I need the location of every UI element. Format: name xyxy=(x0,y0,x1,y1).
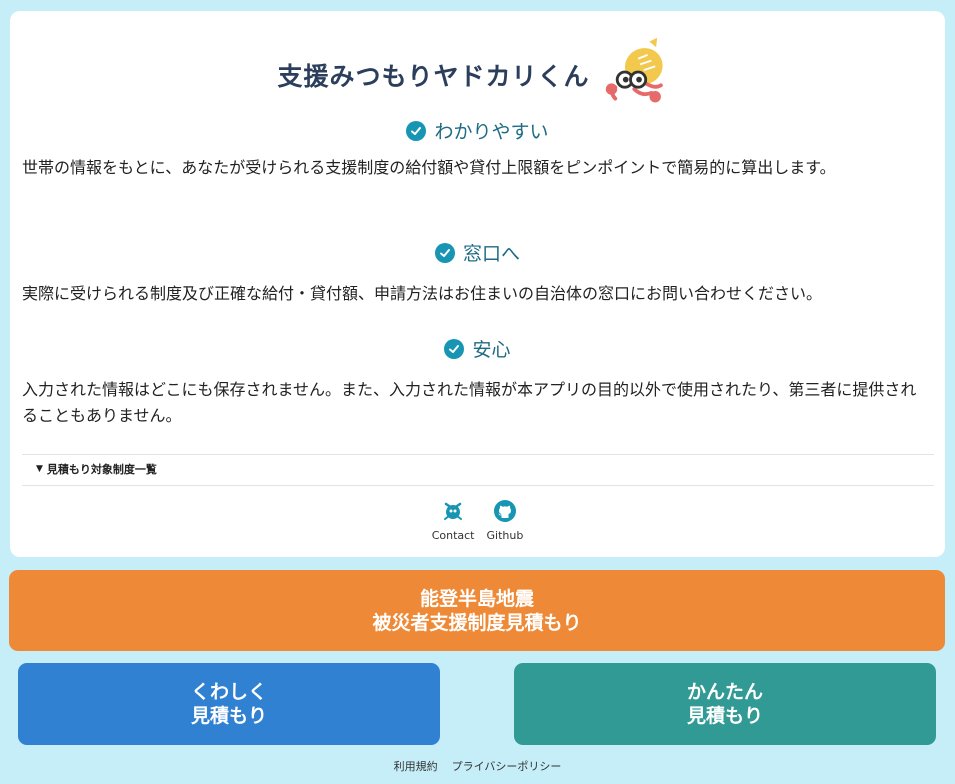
accordion-label: 見積もり対象制度一覧 xyxy=(46,463,157,476)
main-card: 支援みつもりヤドカリくん わかりやすい 世帯の情報をもとに、あなたが受けられる支… xyxy=(10,11,945,557)
detailed-estimate-button[interactable]: くわしく 見積もり xyxy=(18,663,440,745)
github-link[interactable]: Github xyxy=(486,499,523,542)
chevron-down-icon: ▼ xyxy=(36,464,43,474)
link-row: Contact Github xyxy=(10,499,945,542)
privacy-policy-link[interactable]: プライバシーポリシー xyxy=(452,758,562,774)
section-heading-counter: 窓口へ xyxy=(10,239,945,266)
button-label-line2: 見積もり xyxy=(190,705,267,727)
contact-icon xyxy=(444,502,463,520)
footer: 利用規約 プライバシーポリシー xyxy=(0,758,955,774)
terms-link[interactable]: 利用規約 xyxy=(394,758,438,774)
section-heading-label: 窓口へ xyxy=(462,243,520,265)
simple-estimate-button[interactable]: かんたん 見積もり xyxy=(514,663,936,745)
section-heading-easy: わかりやすい xyxy=(10,117,945,144)
contact-link[interactable]: Contact xyxy=(431,499,475,542)
button-label-line1: かんたん xyxy=(686,681,763,703)
page-title: 支援みつもりヤドカリくん xyxy=(277,62,590,91)
github-label: Github xyxy=(486,529,524,542)
header: 支援みつもりヤドカリくん xyxy=(10,37,945,113)
noto-earthquake-estimate-button[interactable]: 能登半島地震 被災者支援制度見積もり xyxy=(9,570,945,651)
contact-label: Contact xyxy=(431,529,475,542)
divider xyxy=(22,485,934,486)
section-heading-label: わかりやすい xyxy=(434,121,549,143)
button-label-line1: 能登半島地震 xyxy=(419,587,534,610)
hermit-crab-mascot-icon xyxy=(605,37,663,103)
button-label-line2: 見積もり xyxy=(686,705,763,727)
button-label-line1: くわしく xyxy=(190,681,267,703)
divider xyxy=(22,454,934,455)
section-text-easy: 世帯の情報をもとに、あなたが受けられる支援制度の給付額や貸付上限額をピンポイント… xyxy=(22,158,836,177)
target-programs-accordion[interactable]: ▼ 見積もり対象制度一覧 xyxy=(36,461,157,477)
section-text-counter: 実際に受けられる制度及び正確な給付・貸付額、申請方法はお住まいの自治体の窓口にお… xyxy=(22,284,823,303)
section-heading-label: 安心 xyxy=(472,339,511,361)
section-text-safe: 入力された情報はどこにも保存されません。また、入力された情報が本アプリの目的以外… xyxy=(22,380,917,425)
github-icon xyxy=(493,500,516,522)
check-circle-icon xyxy=(434,242,455,263)
section-heading-safe: 安心 xyxy=(10,335,945,362)
check-circle-icon xyxy=(406,120,427,141)
button-label-line2: 被災者支援制度見積もり xyxy=(372,611,582,634)
check-circle-icon xyxy=(444,338,465,359)
